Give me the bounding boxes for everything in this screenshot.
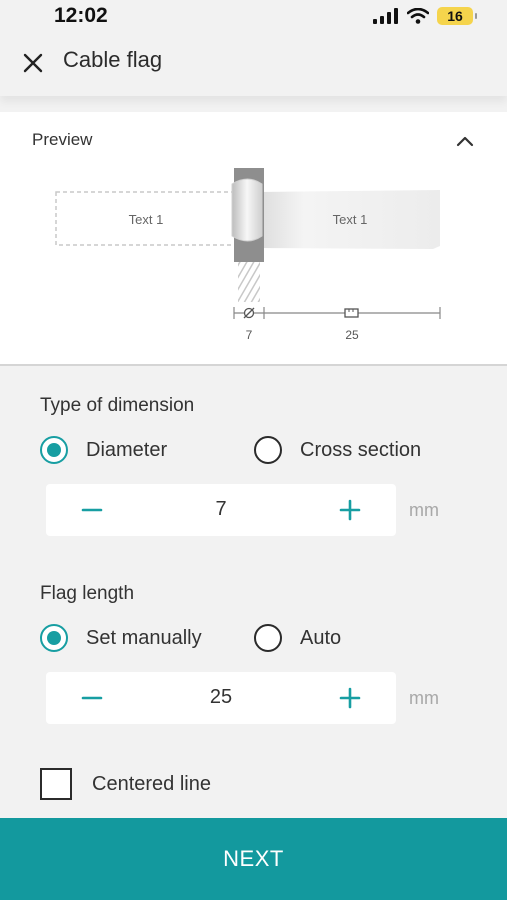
length-value-label: 25 bbox=[345, 328, 359, 342]
preview-toggle-button[interactable] bbox=[453, 130, 477, 154]
plus-icon bbox=[339, 499, 361, 521]
radio-cross-section-label: Cross section bbox=[300, 438, 422, 461]
radio-diameter-indicator bbox=[40, 436, 68, 464]
flag-length-value[interactable]: 25 bbox=[166, 686, 276, 709]
centered-line-label: Centered line bbox=[92, 772, 211, 795]
diameter-increment-button[interactable] bbox=[324, 484, 376, 536]
radio-cross-section-indicator bbox=[254, 436, 282, 464]
next-button[interactable]: NEXT bbox=[0, 818, 507, 900]
close-button[interactable] bbox=[16, 46, 50, 80]
preview-label: Preview bbox=[32, 130, 93, 149]
battery-indicator: 16 bbox=[437, 7, 477, 25]
right-flag-text: Text 1 bbox=[332, 212, 368, 227]
header: Cable flag bbox=[0, 32, 507, 96]
dimension-section-title: Type of dimension bbox=[40, 395, 195, 416]
radio-set-manually-label: Set manually bbox=[86, 626, 202, 649]
radio-cross-section[interactable]: Cross section bbox=[254, 436, 421, 464]
status-icons: 16 bbox=[373, 7, 477, 25]
minus-icon bbox=[81, 696, 103, 700]
page-title: Cable flag bbox=[63, 47, 163, 72]
radio-diameter[interactable]: Diameter bbox=[40, 436, 167, 464]
flag-length-unit: mm bbox=[409, 688, 439, 708]
diameter-value[interactable]: 7 bbox=[166, 498, 276, 521]
status-bar: 12:02 16 bbox=[0, 0, 507, 32]
radio-diameter-label: Diameter bbox=[86, 438, 168, 461]
radio-set-manually[interactable]: Set manually bbox=[40, 624, 202, 652]
radio-auto-indicator bbox=[254, 624, 282, 652]
radio-auto[interactable]: Auto bbox=[254, 624, 341, 652]
minus-icon bbox=[81, 508, 103, 512]
diameter-stepper: 7 bbox=[46, 484, 396, 536]
close-icon bbox=[23, 53, 43, 73]
cable-hatch bbox=[238, 262, 260, 302]
radio-auto-label: Auto bbox=[300, 626, 342, 649]
preview-card: Preview Text 1 Text 1 7 25 bbox=[0, 112, 507, 366]
diameter-value-label: 7 bbox=[245, 328, 253, 342]
plus-icon bbox=[339, 687, 361, 709]
flag-length-increment-button[interactable] bbox=[324, 672, 376, 724]
ruler-icon bbox=[344, 308, 359, 318]
status-time: 12:02 bbox=[54, 4, 108, 27]
centered-line-option[interactable]: Centered line bbox=[40, 768, 211, 800]
flag-length-stepper: 25 bbox=[46, 672, 396, 724]
chevron-up-icon bbox=[456, 136, 474, 147]
radio-set-manually-indicator bbox=[40, 624, 68, 652]
flag-length-decrement-button[interactable] bbox=[66, 672, 118, 724]
centered-line-checkbox[interactable] bbox=[40, 768, 72, 800]
signal-bars-icon bbox=[373, 8, 398, 24]
label-roll bbox=[231, 178, 263, 242]
left-flag-text: Text 1 bbox=[128, 212, 164, 227]
flag-length-section-title: Flag length bbox=[40, 583, 135, 604]
diameter-icon bbox=[243, 307, 255, 319]
diameter-unit: mm bbox=[409, 500, 439, 520]
diameter-decrement-button[interactable] bbox=[66, 484, 118, 536]
wifi-icon bbox=[407, 8, 429, 24]
